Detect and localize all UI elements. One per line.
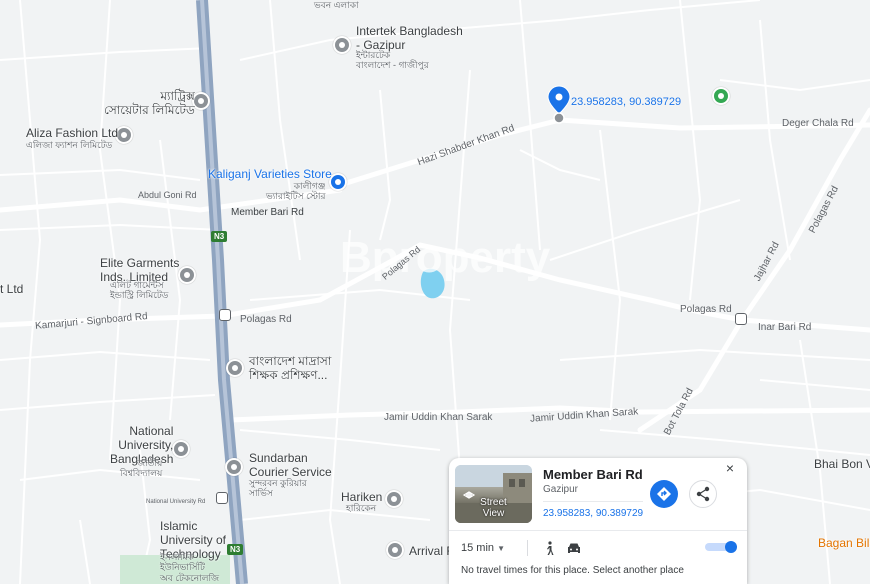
road-label: Inar Bari Rd bbox=[758, 322, 812, 333]
place-card: Street View Member Bari Rd Gazipur 23.95… bbox=[449, 458, 747, 584]
poi-islamic-sub: ইসলামিক ইউনিভার্সিটি অব টেকনোলজি bbox=[160, 552, 220, 583]
poi-kaliganj[interactable]: Kaliganj Varieties Store bbox=[208, 167, 332, 182]
poi-aliza-sub: এলিজা ফ্যাশন লিমিটেড bbox=[26, 140, 113, 150]
card-separator bbox=[543, 501, 643, 502]
poi-pin-icon[interactable] bbox=[385, 490, 403, 508]
watermark: Bproperty bbox=[340, 233, 551, 282]
poi-sub: ভবন এলাকা bbox=[314, 0, 359, 10]
bus-stop-icon[interactable] bbox=[219, 309, 231, 321]
poi-pin-icon[interactable] bbox=[386, 541, 404, 559]
poi-nu-sub: জাতীয় বিশ্ববিদ্যালয় bbox=[120, 458, 163, 479]
highway-shield: N3 bbox=[211, 231, 228, 242]
poi-intertek-sub: ইন্টারটেক বাংলাদেশ - গাজীপুর bbox=[356, 50, 429, 71]
poi-elite-sub: এলিট গার্মেন্টস ইন্ডাস্ট্রি লিমিটেড bbox=[110, 280, 169, 301]
street-view-label: Street View bbox=[480, 497, 507, 519]
poi-sundarban-sub: সুন্দরবন কুরিয়ার সার্ভিস bbox=[249, 478, 307, 499]
poi-pin-icon[interactable] bbox=[226, 359, 244, 377]
poi-bagan-bila[interactable]: Bagan Bila bbox=[818, 536, 870, 551]
poi-hariken-sub: হারিকেন bbox=[346, 503, 377, 513]
poi-bhai-bon[interactable]: Bhai Bon V bbox=[814, 457, 870, 472]
travel-time-value: 15 min bbox=[461, 542, 495, 554]
road-label: National University Rd bbox=[146, 499, 206, 505]
road-label: Member Bari Rd bbox=[231, 207, 304, 218]
poi-partial-ltd[interactable]: t Ltd bbox=[0, 282, 23, 297]
street-view-thumbnail[interactable]: Street View bbox=[455, 465, 532, 523]
directions-icon bbox=[657, 487, 671, 501]
card-divider bbox=[449, 530, 747, 531]
travel-time-select[interactable]: 15 min ▼ bbox=[461, 542, 505, 554]
place-title: Member Bari Rd bbox=[543, 467, 643, 482]
mode-separator bbox=[527, 540, 528, 556]
share-button[interactable] bbox=[689, 480, 717, 508]
poi-intertek[interactable]: Intertek Bangladesh - Gazipur bbox=[356, 24, 463, 53]
poi-matrix[interactable]: ম্যাট্রিক্স সোয়েটার লিমিটেড bbox=[104, 89, 195, 118]
bus-stop-icon[interactable] bbox=[735, 313, 747, 325]
road-label: Polagas Rd bbox=[680, 304, 732, 315]
car-icon[interactable] bbox=[565, 540, 583, 556]
park-pin-icon[interactable] bbox=[712, 87, 730, 105]
chevron-down-icon: ▼ bbox=[497, 544, 506, 553]
poi-arrival[interactable]: Arrival F bbox=[409, 544, 454, 559]
road-label: Deger Chala Rd bbox=[782, 118, 854, 129]
poi-kaliganj-sub: কালীগঞ্জ ভ্যারাইটিস স্টোর bbox=[266, 181, 326, 202]
no-travel-times-message: No travel times for this place. Select a… bbox=[461, 565, 684, 576]
poi-aliza[interactable]: Aliza Fashion Ltd bbox=[26, 126, 118, 141]
directions-button[interactable] bbox=[650, 480, 678, 508]
travel-time-toggle[interactable] bbox=[703, 540, 739, 554]
bus-stop-icon[interactable] bbox=[216, 492, 228, 504]
poi-pin-icon[interactable] bbox=[178, 266, 196, 284]
poi-madrasa[interactable]: বাংলাদেশ মাদ্রাসা শিক্ষক প্রশিক্ষণ... bbox=[249, 354, 331, 383]
place-subtitle: Gazipur bbox=[543, 484, 579, 495]
place-coords[interactable]: 23.958283, 90.389729 bbox=[543, 508, 643, 519]
highway-shield: N3 bbox=[227, 544, 244, 555]
close-icon[interactable]: × bbox=[723, 461, 737, 475]
road-label: Jamir Uddin Khan Sarak bbox=[384, 412, 493, 423]
walk-icon[interactable] bbox=[541, 540, 557, 556]
poi-pin-icon[interactable] bbox=[225, 458, 243, 476]
share-icon bbox=[696, 486, 710, 502]
poi-pin-icon[interactable] bbox=[172, 440, 190, 458]
road-label: Polagas Rd bbox=[240, 314, 292, 325]
poi-pin-icon[interactable] bbox=[333, 36, 351, 54]
dropped-pin-coords[interactable]: 23.958283, 90.389729 bbox=[571, 96, 681, 109]
poi-sundarban[interactable]: Sundarban Courier Service bbox=[249, 451, 332, 480]
road-label: Abdul Goni Rd bbox=[138, 190, 197, 200]
